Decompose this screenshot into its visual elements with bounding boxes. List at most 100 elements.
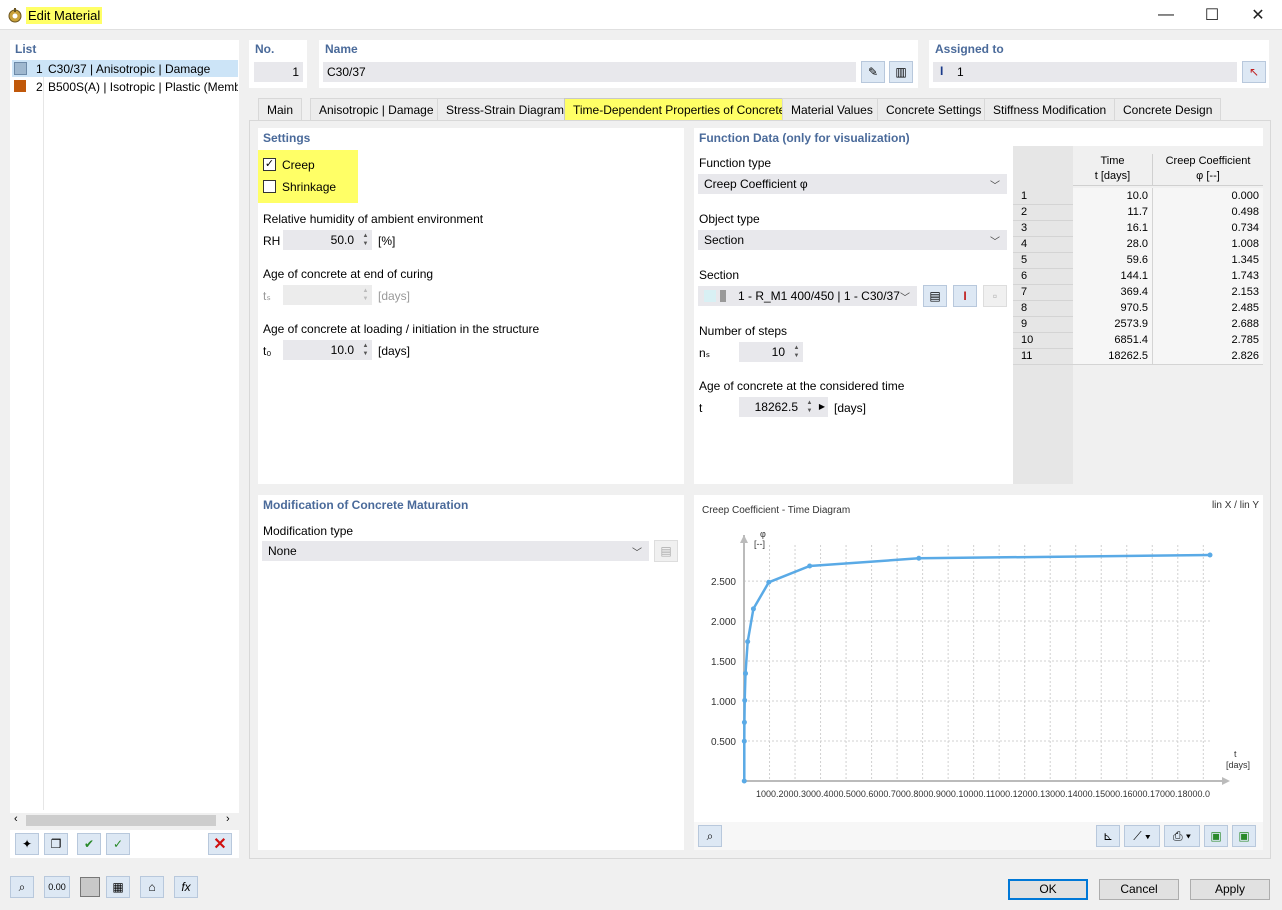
age-input[interactable]: 18262.5 ▲▼ ▶ [739,397,828,417]
creep-cell[interactable]: 0.000 [1153,188,1263,205]
new-section-icon[interactable]: ▫ [983,285,1007,307]
axis-settings-icon[interactable]: ⊾ [1096,825,1120,847]
data-point [743,671,748,676]
creep-cell[interactable]: 2.688 [1153,316,1263,333]
creep-cell[interactable]: 1.008 [1153,236,1263,253]
creep-checkbox[interactable]: ✓ [263,158,276,171]
number-field[interactable]: 1 [254,62,303,82]
creep-cell[interactable]: 1.345 [1153,252,1263,269]
table-row[interactable]: 106851.42.785 [1013,332,1263,348]
time-cell[interactable]: 2573.9 [1073,316,1153,333]
time-cell[interactable]: 10.0 [1073,188,1153,205]
creep-cell[interactable]: 0.734 [1153,220,1263,237]
tab-anisotropic-damage[interactable]: Anisotropic | Damage [310,98,443,121]
edit-name-icon[interactable]: ✎ [861,61,885,83]
table-row[interactable]: 559.61.345 [1013,252,1263,268]
creep-cell[interactable]: 2.785 [1153,332,1263,349]
apply-button[interactable]: Apply [1190,879,1270,900]
table-row[interactable]: 1118262.52.826 [1013,348,1263,364]
tab-stress-strain[interactable]: Stress-Strain Diagram [437,98,573,121]
display-properties-icon[interactable]: ▦ [106,876,130,898]
creep-cell[interactable]: 1.743 [1153,268,1263,285]
steps-input[interactable]: 10 ▲▼ [739,342,803,362]
select-objects-icon[interactable]: ↖ [1242,61,1266,83]
time-cell[interactable]: 970.5 [1073,300,1153,317]
spin-icon[interactable]: ▲▼ [793,344,800,360]
table-row[interactable]: 428.01.008 [1013,236,1263,252]
tab-time-dependent[interactable]: Time-Dependent Properties of Concrete [564,98,794,121]
delete-icon[interactable]: ✕ [208,833,232,855]
section-info-icon[interactable]: I [953,285,977,307]
time-cell[interactable]: 11.7 [1073,204,1153,221]
scroll-right-icon[interactable]: › [226,813,230,825]
creep-cell[interactable]: 2.153 [1153,284,1263,301]
new-material-icon[interactable]: ✦ [15,833,39,855]
t0-input[interactable]: 10.0 ▲▼ [283,340,372,360]
export-icon[interactable]: ▣ [1204,825,1228,847]
formula-icon[interactable]: fx [174,876,198,898]
check-selected-icon[interactable]: ✓ [106,833,130,855]
ts-input[interactable]: ▲▼ [283,285,372,305]
view-icon[interactable]: ⌂ [140,876,164,898]
object-type-dropdown[interactable]: Section ﹀ [698,230,1007,250]
table-row[interactable]: 7369.42.153 [1013,284,1263,300]
spin-icon[interactable]: ▲▼ [362,342,369,358]
time-cell[interactable]: 369.4 [1073,284,1153,301]
list-item[interactable]: 1 C30/37 | Anisotropic | Damage [12,60,238,77]
print-icon[interactable]: ⎙ ▾ [1164,825,1200,847]
spin-icon[interactable]: ▲▼ [806,399,813,415]
color-icon[interactable] [80,877,100,897]
time-cell[interactable]: 28.0 [1073,236,1153,253]
list-scrollbar[interactable]: ‹ › [10,813,239,828]
spin-icon[interactable]: ▲▼ [362,287,369,303]
edit-modification-icon[interactable]: ▤ [654,540,678,562]
rh-input[interactable]: 50.0 ▲▼ [283,230,372,250]
table-row[interactable]: 92573.92.688 [1013,316,1263,332]
play-arrow-icon[interactable]: ▶ [819,397,825,417]
time-cell[interactable]: 16.1 [1073,220,1153,237]
ok-button[interactable]: OK [1008,879,1088,900]
creep-cell[interactable]: 2.826 [1153,348,1263,365]
line-style-icon[interactable]: ⟋ ▾ [1124,825,1160,847]
assigned-field[interactable]: 1 [933,62,1237,82]
creep-cell[interactable]: 0.498 [1153,204,1263,221]
steps-value: 10 [772,342,785,362]
time-cell[interactable]: 59.6 [1073,252,1153,269]
table-row[interactable]: 316.10.734 [1013,220,1263,236]
name-panel: Name C30/37 ✎ ▥ [319,40,918,88]
section-dropdown[interactable]: 1 - R_M1 400/450 | 1 - C30/37 ﹀ [698,286,917,306]
list-item[interactable]: 2 B500S(A) | Isotropic | Plastic (Member… [12,78,238,95]
material-library-icon[interactable]: ▥ [889,61,913,83]
modification-type-dropdown[interactable]: None ﹀ [262,541,649,561]
spin-icon[interactable]: ▲▼ [362,232,369,248]
edit-section-icon[interactable]: ▤ [923,285,947,307]
time-cell[interactable]: 18262.5 [1073,348,1153,365]
units-icon[interactable]: 0.00 [44,876,70,898]
time-cell[interactable]: 144.1 [1073,268,1153,285]
creep-cell[interactable]: 2.485 [1153,300,1263,317]
table-row[interactable]: 8970.52.485 [1013,300,1263,316]
tab-material-values[interactable]: Material Values [782,98,882,121]
table-row[interactable]: 211.70.498 [1013,204,1263,220]
table-row[interactable]: 6144.11.743 [1013,268,1263,284]
tab-stiffness-modification[interactable]: Stiffness Modification [984,98,1115,121]
copy-material-icon[interactable]: ❐ [44,833,68,855]
time-cell[interactable]: 6851.4 [1073,332,1153,349]
close-button[interactable]: ✕ [1235,0,1281,30]
function-type-dropdown[interactable]: Creep Coefficient φ ﹀ [698,174,1007,194]
zoom-window-icon[interactable]: ⌕ [698,825,722,847]
scroll-left-icon[interactable]: ‹ [14,813,18,825]
table-row[interactable]: 110.00.000 [1013,188,1263,204]
export-image-icon[interactable]: ▣ [1232,825,1256,847]
minimize-button[interactable]: — [1143,0,1189,30]
maximize-button[interactable]: ☐ [1189,0,1235,30]
help-icon[interactable]: ⌕ [10,876,34,898]
shrinkage-checkbox[interactable] [263,180,276,193]
tab-main[interactable]: Main [258,98,302,121]
scrollbar-thumb[interactable] [26,815,216,826]
tab-concrete-settings[interactable]: Concrete Settings [877,98,990,121]
cancel-button[interactable]: Cancel [1099,879,1179,900]
check-all-icon[interactable]: ✔ [77,833,101,855]
tab-concrete-design[interactable]: Concrete Design [1114,98,1221,121]
name-field[interactable]: C30/37 [323,62,856,82]
